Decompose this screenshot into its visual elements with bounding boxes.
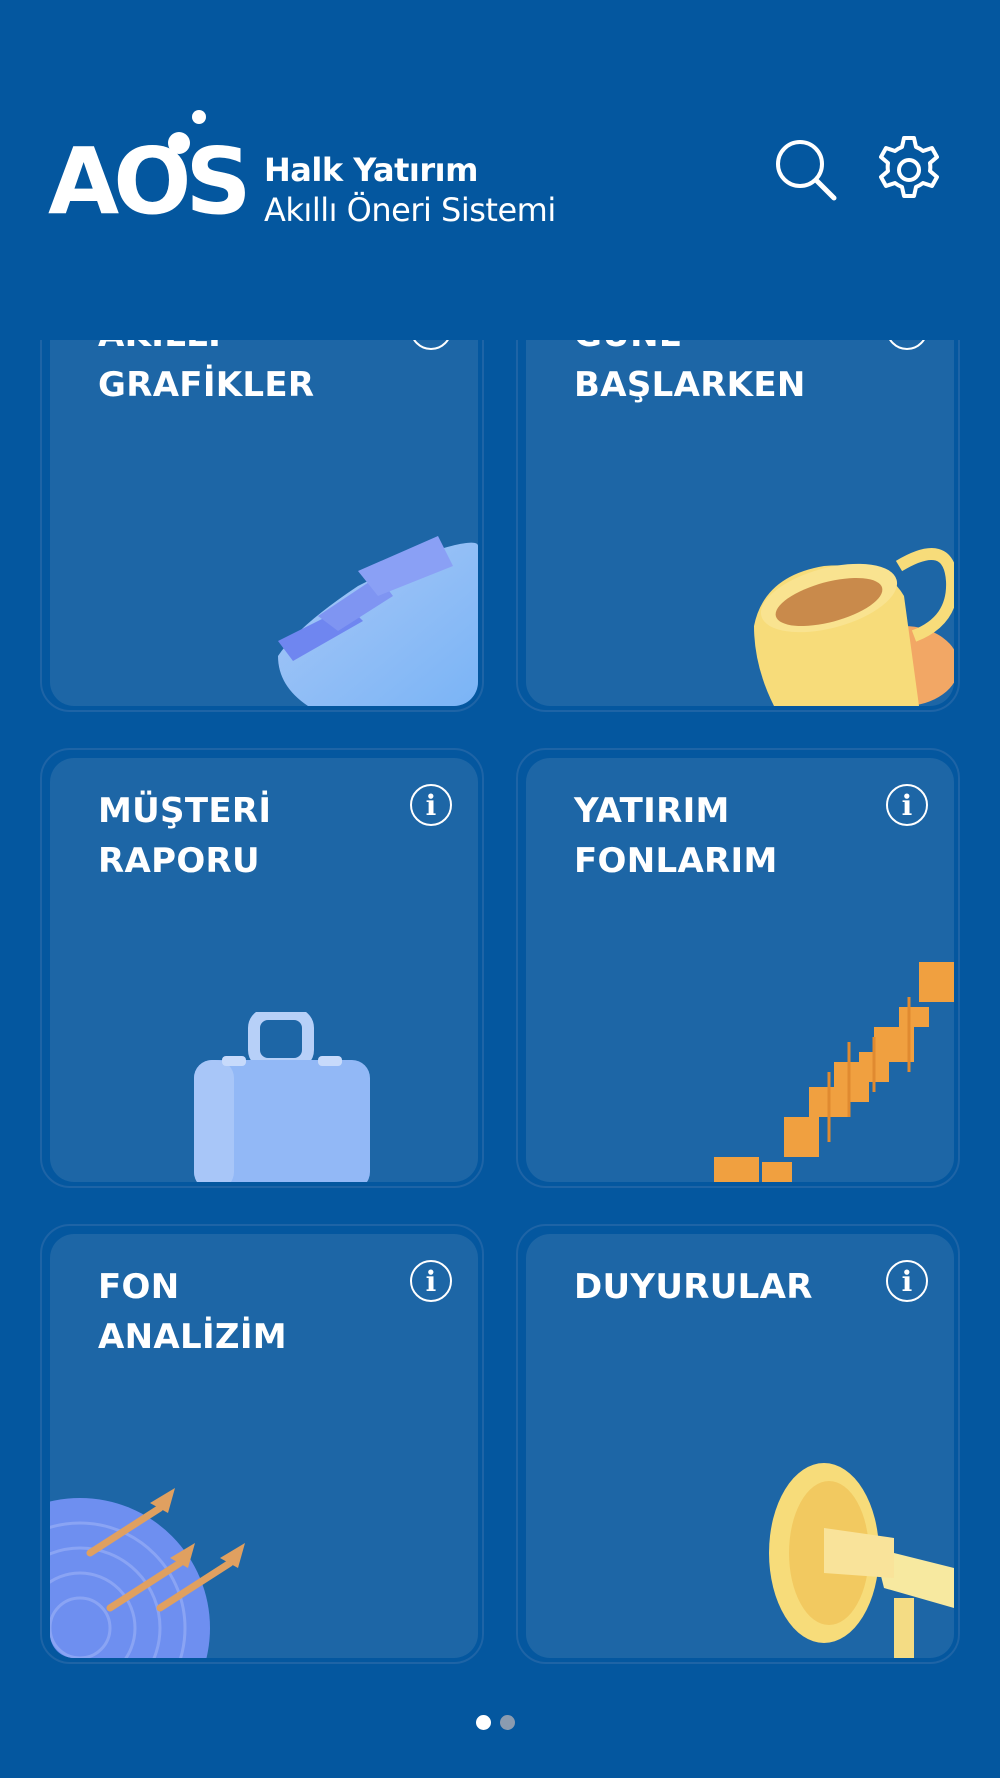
info-icon[interactable]: i [886, 340, 928, 350]
page-indicator [476, 1715, 526, 1731]
tile-gune-baslarken[interactable]: GÜNE BAŞLARKEN i [526, 340, 954, 706]
logo-text: AOS [48, 128, 252, 235]
info-icon[interactable]: i [410, 340, 452, 350]
tile-label: AKILLI GRAFİKLER [98, 340, 315, 405]
info-glyph: i [426, 340, 437, 346]
app-logo: AOS Halk Yatırım Akıllı Öneri Sistemi [46, 110, 586, 240]
tile-yatirim-fonlarim-frame: YATIRIM FONLARIM i [516, 748, 960, 1188]
aos-logo-mark: AOS [46, 110, 252, 240]
tile-label: GÜNE BAŞLARKEN [574, 340, 806, 405]
search-button[interactable] [770, 134, 842, 206]
tile-label: YATIRIM FONLARIM [574, 791, 778, 881]
page-dot-active[interactable] [476, 1715, 491, 1730]
settings-button[interactable] [873, 134, 945, 206]
search-icon [776, 140, 837, 201]
brand-name: Halk Yatırım [264, 151, 478, 189]
candlestick-icon [714, 942, 954, 1182]
briefcase-icon [192, 1012, 372, 1182]
info-glyph: i [902, 340, 913, 346]
info-icon[interactable]: i [886, 1260, 928, 1302]
dartboard-icon [50, 1468, 260, 1658]
page-dot[interactable] [500, 1715, 515, 1730]
tile-fon-analizim[interactable]: FON ANALİZİM i [50, 1234, 478, 1658]
info-glyph: i [425, 1264, 437, 1298]
tile-duyurular[interactable]: DUYURULAR i [526, 1234, 954, 1658]
info-glyph: i [901, 1264, 913, 1298]
app-header: AOS Halk Yatırım Akıllı Öneri Sistemi [0, 0, 1000, 340]
tile-duyurular-frame: DUYURULAR i [516, 1224, 960, 1664]
info-glyph: i [425, 788, 437, 822]
tile-fon-analizim-frame: FON ANALİZİM i [40, 1224, 484, 1664]
tile-musteri-raporu[interactable]: MÜŞTERİ RAPORU i [50, 758, 478, 1182]
tile-musteri-raporu-frame: MÜŞTERİ RAPORU i [40, 748, 484, 1188]
chart-3d-icon [268, 516, 478, 706]
tile-gune-baslarken-frame: GÜNE BAŞLARKEN i [516, 340, 960, 712]
tile-akilli-grafikler-frame: AKILLI GRAFİKLER i [40, 340, 484, 712]
info-icon[interactable]: i [886, 784, 928, 826]
logo-dot-large [168, 132, 190, 154]
info-icon[interactable]: i [410, 784, 452, 826]
tile-label: MÜŞTERİ RAPORU [98, 791, 272, 881]
tile-grid: AKILLI GRAFİKLER i GÜNE BAŞLA [0, 340, 1000, 1690]
tile-label: DUYURULAR [574, 1267, 813, 1307]
tile-label: FON ANALİZİM [98, 1267, 287, 1357]
brand-subtitle: Akıllı Öneri Sistemi [264, 191, 556, 229]
tile-yatirim-fonlarim[interactable]: YATIRIM FONLARIM i [526, 758, 954, 1182]
info-glyph: i [901, 788, 913, 822]
coffee-cup-icon [734, 536, 954, 706]
megaphone-icon [764, 1458, 954, 1658]
gear-icon [879, 136, 939, 198]
logo-dot-small [192, 110, 206, 124]
tile-akilli-grafikler[interactable]: AKILLI GRAFİKLER i [50, 340, 478, 706]
info-icon[interactable]: i [410, 1260, 452, 1302]
